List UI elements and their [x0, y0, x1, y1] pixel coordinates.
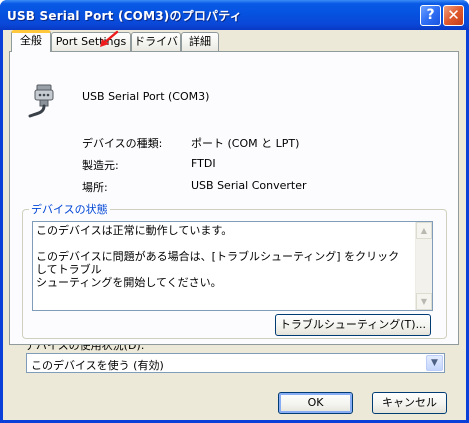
status-scrollbar[interactable]: ▲ ▼: [415, 222, 432, 310]
window-title: USB Serial Port (COM3)のプロパティ: [7, 9, 242, 23]
device-name: USB Serial Port (COM3): [82, 90, 210, 103]
device-status-title: デバイスの状態: [29, 201, 110, 217]
ok-button[interactable]: OK: [278, 392, 353, 414]
cancel-button[interactable]: キャンセル: [372, 392, 447, 414]
general-tab-panel: USB Serial Port (COM3) デバイスの種類: ポート (COM…: [9, 51, 459, 345]
red-arrow-icon: [100, 30, 119, 47]
serial-port-icon: [28, 84, 54, 118]
scroll-down-icon[interactable]: ▼: [416, 293, 432, 310]
tab-general-label: 全般: [20, 34, 42, 47]
manufacturer-value: FTDI: [191, 157, 216, 170]
tab-details-label: 詳細: [189, 35, 211, 48]
device-status-text: このデバイスは正常に動作しています。 このデバイスに問題がある場合は、[トラブル…: [36, 224, 400, 289]
tab-general[interactable]: 全般: [11, 30, 51, 52]
title-bar[interactable]: USB Serial Port (COM3)のプロパティ ? ✕: [0, 0, 469, 30]
dialog-client-area: 全般 Port Settings ドライバ 詳細 USB Serial Port…: [3, 30, 466, 420]
location-label: 場所:: [82, 181, 108, 194]
troubleshoot-button[interactable]: トラブルシューティング(T)...: [275, 314, 431, 336]
tab-details[interactable]: 詳細: [181, 32, 219, 52]
location-value: USB Serial Converter: [191, 179, 307, 192]
device-usage-select[interactable]: このデバイスを使う (有効) ▼: [26, 353, 445, 373]
properties-dialog: USB Serial Port (COM3)のプロパティ ? ✕ 全般 Port…: [0, 0, 469, 423]
device-status-textbox[interactable]: このデバイスは正常に動作しています。 このデバイスに問題がある場合は、[トラブル…: [32, 221, 433, 311]
manufacturer-label: 製造元:: [82, 159, 119, 172]
help-button[interactable]: ?: [420, 5, 441, 26]
close-button[interactable]: ✕: [443, 5, 464, 26]
tab-driver-label: ドライバ: [134, 35, 178, 48]
tab-driver[interactable]: ドライバ: [131, 32, 181, 52]
scroll-up-icon[interactable]: ▲: [416, 222, 432, 239]
device-type-label: デバイスの種類:: [82, 137, 163, 150]
chevron-down-icon[interactable]: ▼: [426, 355, 443, 371]
device-type-value: ポート (COM と LPT): [191, 137, 300, 150]
device-usage-value: このデバイスを使う (有効): [31, 359, 164, 372]
